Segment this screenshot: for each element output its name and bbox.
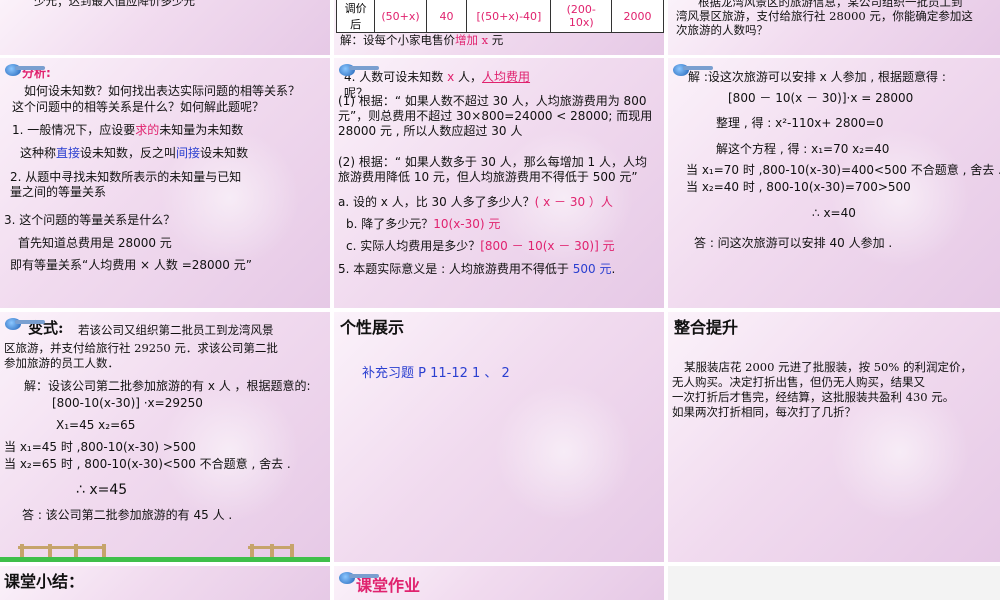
- slide-analysis[interactable]: 分析: 如何设未知数？如何找出表达实际问题的相等关系？ 这个问题中的相等关系是什…: [0, 58, 330, 308]
- reasoning-sub-a: a. 设的 x 人，比 30 人多了多少人？( x － 30 ）人: [338, 195, 613, 209]
- variation-check: 当 x₁=45 时 ,800-10(x-30) >500: [4, 440, 196, 454]
- fence-post: [270, 544, 274, 558]
- solution-equation: [800 － 10(x － 30)]·x = 28000: [728, 91, 914, 105]
- reasoning-point: 5. 本题实际意义是 : 人均旅游费用不得低于 500 元.: [338, 262, 616, 276]
- summary-title: 课堂小结：: [4, 572, 85, 591]
- table-cell-label: 调价后: [335, 0, 376, 33]
- variation-check: 当 x₂=65 时 , 800-10(x-30)<500 不合题意 , 舍去 .: [4, 457, 291, 471]
- integration-text: 一次打折后才售完，经结算，这批服装共盈利 430 元。: [672, 390, 955, 404]
- solution-result: ∴ x=40: [812, 206, 856, 220]
- showcase-title: 个性展示: [340, 318, 405, 337]
- variation-text: 若该公司又组织第二批员工到龙湾风景: [78, 323, 274, 337]
- logo-icon: [5, 318, 45, 330]
- slide-reasoning[interactable]: 4. 人数可设未知数 x 人，人均费用 呢？ (1) 根据：“ 如果人数不超过 …: [334, 58, 664, 308]
- integration-title: 整合提升: [674, 318, 739, 337]
- variation-result: ∴ x=45: [76, 482, 128, 498]
- solution-line: 整理 , 得 : x²-110x+ 2800=0: [716, 116, 884, 130]
- integration-text: 如果两次打折相同，每次打了几折？: [672, 405, 856, 419]
- solution-line: 当 x₁=70 时 ,800-10(x-30)=400<500 不合题意 , 舍…: [686, 163, 1000, 177]
- analysis-point: 即有等量关系“人均费用 × 人数 =28000 元”: [10, 258, 252, 272]
- solution-line: 解 :设这次旅游可以安排 x 人参加 , 根据题意得 :: [688, 70, 946, 84]
- analysis-question: 这个问题中的相等关系是什么？如何解此题呢？: [12, 100, 265, 114]
- integration-text: 无人购买。决定打折出售，但仍无人购买，结果又: [672, 375, 925, 389]
- solution-line: 当 x₂=40 时 , 800-10(x-30)=700>500: [686, 180, 911, 194]
- analysis-point: 首先知道总费用是 28000 元: [18, 236, 172, 250]
- fence-post: [102, 544, 106, 558]
- analysis-point: 1. 一般情况下，应设要求的未知量为未知数: [12, 123, 244, 137]
- grass-decoration: [0, 557, 330, 562]
- analysis-point: 3. 这个问题的等量关系是什么？: [4, 213, 176, 227]
- fence-post: [74, 544, 78, 558]
- reasoning-point: (2) 根据：“ 如果人数多于 30 人，那么每增加 1 人，人均旅游费用降低 …: [338, 155, 648, 184]
- integration-text: 某服装店花 2000 元进了批服装，按 50% 的利润定价，: [684, 360, 972, 374]
- solution-line: 解这个方程 , 得 : x₁=70 x₂=40: [716, 142, 890, 156]
- variation-equation: [800-10(x-30)] ·x=29250: [52, 396, 203, 410]
- analysis-point: 2. 从题中寻找未知数所表示的未知量与已知: [10, 170, 242, 184]
- slide-empty: [668, 566, 1000, 600]
- reasoning-sub-b: b. 降了多少元？10(x-30) 元: [346, 217, 501, 231]
- table-cell: (200-10x): [550, 0, 613, 33]
- showcase-exercise: 补充习题 P 11-12 1 、 2: [362, 366, 510, 381]
- slide-top-left[interactable]: 少元；达到最大值应降价多少元: [0, 0, 330, 55]
- fence-post: [20, 544, 24, 558]
- slide-top-middle[interactable]: 调价后 (50+x) 40 [(50+x)-40] (200-10x) 2000…: [334, 0, 664, 55]
- logo-icon: [339, 64, 379, 76]
- problem-line: 次旅游的人数吗？: [676, 23, 768, 37]
- logo-icon: [339, 572, 379, 584]
- slide-integration[interactable]: 整合提升 某服装店花 2000 元进了批服装，按 50% 的利润定价， 无人购买…: [668, 312, 1000, 562]
- fence-post: [290, 544, 294, 558]
- table-cell: 40: [425, 0, 468, 33]
- table-cell: 2000: [611, 0, 664, 33]
- slide-top-right[interactable]: 根据龙湾风景区的旅游信息，某公司组织一批员工到 湾风景区旅游，支付给旅行社 28…: [668, 0, 1000, 55]
- analysis-question: 如何设未知数？如何找出表达实际问题的相等关系？: [24, 84, 301, 98]
- problem-line: 湾风景区旅游，支付给旅行社 28000 元，你能确定参加这: [676, 9, 973, 23]
- logo-icon: [673, 64, 713, 76]
- fence-post: [250, 544, 254, 558]
- table-cell: [(50+x)-40]: [466, 0, 552, 33]
- slide-variation[interactable]: 变式: 若该公司又组织第二批员工到龙湾风景 区旅游，并支付给旅行社 29250 …: [0, 312, 330, 562]
- slide-solution[interactable]: 解 :设这次旅游可以安排 x 人参加 , 根据题意得 : [800 － 10(x…: [668, 58, 1000, 308]
- slide-homework[interactable]: 课堂作业: [334, 566, 664, 600]
- price-table: 调价后 (50+x) 40 [(50+x)-40] (200-10x) 2000: [335, 0, 664, 33]
- slide-text: 少元；达到最大值应降价多少元: [34, 0, 195, 8]
- solution-answer: 答 : 问这次旅游可以安排 40 人参加 .: [694, 236, 893, 250]
- analysis-point: 量之间的等量关系: [10, 185, 107, 199]
- variation-solve: 解：设该公司第二批参加旅游的有 x 人 ，根据题意的:: [24, 379, 311, 393]
- table-cell: (50+x): [374, 0, 427, 33]
- reasoning-sub-c: c. 实际人均费用是多少？[800 － 10(x － 30)] 元: [346, 239, 615, 253]
- slide-showcase[interactable]: 个性展示 补充习题 P 11-12 1 、 2: [334, 312, 664, 562]
- reasoning-heading: 4. 人数可设未知数 x 人，人均费用: [344, 70, 531, 84]
- analysis-point: 这种称直接设未知数，反之叫间接设未知数: [20, 146, 249, 160]
- variation-roots: X₁=45 x₂=65: [56, 418, 136, 432]
- fence-post: [48, 544, 52, 558]
- solve-line: 解：设每个小家电售价增加 x 元: [340, 33, 504, 47]
- variation-text: 区旅游，并支付给旅行社 29250 元．求该公司第二批: [4, 341, 278, 355]
- variation-answer: 答 : 该公司第二批参加旅游的有 45 人 .: [22, 508, 233, 522]
- homework-title: 课堂作业: [356, 576, 421, 595]
- table-row: 调价后 (50+x) 40 [(50+x)-40] (200-10x) 2000: [335, 0, 664, 33]
- variation-text: 参加旅游的员工人数．: [4, 356, 119, 370]
- slide-summary[interactable]: 课堂小结：: [0, 566, 330, 600]
- logo-icon: [5, 64, 45, 76]
- reasoning-point: (1) 根据：“ 如果人数不超过 30 人，人均旅游费用为 800 元”，则总费…: [338, 94, 653, 138]
